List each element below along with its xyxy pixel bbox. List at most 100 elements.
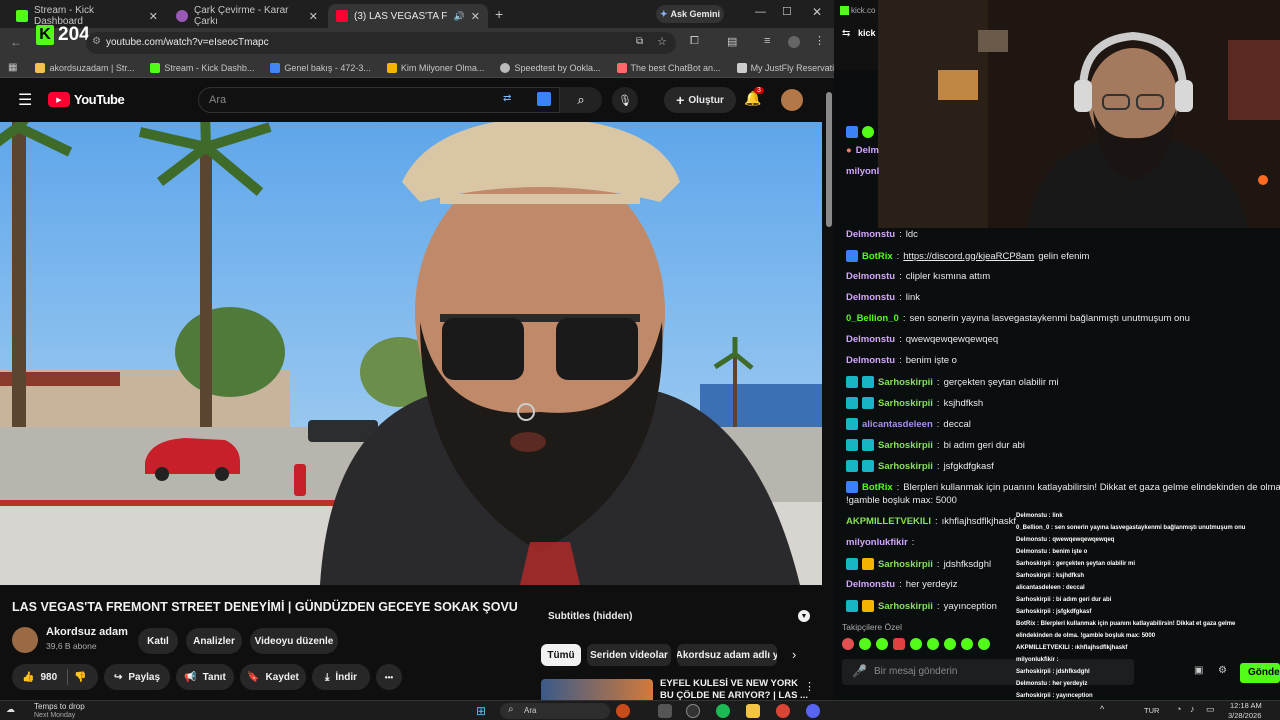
battery-icon[interactable]: ▭ — [1206, 704, 1215, 715]
join-button[interactable]: Katıl — [138, 628, 178, 654]
taskbar-app-icon[interactable] — [686, 704, 700, 718]
emote-icon[interactable] — [842, 638, 854, 650]
close-icon[interactable]: ✕ — [309, 10, 318, 23]
language-indicator[interactable]: TUR — [1144, 706, 1159, 715]
sidebar-icon[interactable]: ▤ — [727, 35, 737, 48]
chat-text[interactable]: https://discord.gg/kjeaRCP8am — [903, 251, 1034, 262]
promote-button[interactable]: 📢 Tanıt — [176, 664, 234, 690]
chat-username[interactable]: Sarhoskirpii — [878, 601, 933, 612]
gift-icon[interactable]: ▣ — [1194, 665, 1203, 676]
apps-grid-icon[interactable]: ▦ — [0, 62, 29, 73]
chat-username[interactable]: Sarhoskirpii — [878, 377, 933, 388]
bookmark-star-icon[interactable]: ☆ — [657, 35, 667, 48]
weather-text[interactable]: Temps to drop — [34, 702, 85, 711]
thumbs-up-icon[interactable]: 👍 — [22, 672, 34, 683]
chat-username[interactable]: Delm — [856, 145, 879, 156]
maximize-button[interactable]: ☐ — [782, 5, 792, 18]
notifications-button[interactable]: 🔔 3 — [744, 87, 764, 107]
emote-icon[interactable] — [978, 638, 990, 650]
site-info-icon[interactable]: ⚙ — [92, 36, 101, 47]
bookmark-item[interactable]: Stream - Kick Dashb... — [144, 62, 264, 73]
clock-date[interactable]: 3/28/2026 — [1228, 711, 1261, 720]
emote-icon[interactable] — [944, 638, 956, 650]
send-button[interactable]: Gönder — [1240, 663, 1280, 683]
more-actions-button[interactable]: ••• — [376, 664, 402, 690]
chat-username[interactable]: AKPMILLETVEKILI — [846, 516, 931, 527]
bookmark-item[interactable]: Genel bakış - 472-3... — [264, 62, 381, 73]
start-icon[interactable]: ⊞ — [476, 704, 486, 718]
close-window-button[interactable]: ✕ — [812, 5, 822, 19]
chat-username[interactable]: milyonl — [846, 166, 879, 177]
thumbs-down-icon[interactable]: 👎 — [74, 672, 86, 683]
bookmark-item[interactable]: akordsuzadam | Str... — [29, 62, 144, 73]
discord-icon[interactable] — [806, 704, 820, 718]
clock-time[interactable]: 12:18 AM — [1230, 701, 1262, 710]
account-avatar[interactable] — [781, 89, 803, 111]
share-button[interactable]: ↪ Paylaş — [104, 664, 170, 690]
profile-avatar-icon[interactable] — [788, 36, 800, 48]
minimize-button[interactable]: — — [755, 6, 766, 18]
voice-search-button[interactable]: 🎙 — [612, 87, 638, 113]
chrome-icon[interactable] — [776, 704, 790, 718]
youtube-logo[interactable]: ▶ YouTube — [48, 92, 125, 107]
channel-name[interactable]: Akordsuz adam — [46, 626, 128, 638]
save-button[interactable]: 🔖 Kaydet — [240, 664, 306, 690]
translate-icon[interactable]: ⇄ — [503, 93, 511, 104]
cast-icon[interactable]: ⧉ — [636, 36, 643, 47]
ask-gemini-button[interactable]: ✦ Ask Gemini — [656, 5, 724, 23]
subtitles-panel[interactable]: Subtitles (hidden) ▼ — [540, 605, 810, 627]
recommended-menu-icon[interactable]: ⋮ — [804, 680, 815, 693]
bookmark-item[interactable]: Speedtest by Ookla... — [494, 62, 610, 73]
volume-icon[interactable]: ♪ — [1190, 704, 1195, 714]
emote-icon[interactable] — [876, 638, 888, 650]
close-icon[interactable]: ✕ — [471, 10, 480, 23]
filter-series[interactable]: Seriden videolar — [587, 644, 671, 666]
chat-username[interactable]: Sarhoskirpii — [878, 440, 933, 451]
chat-username[interactable]: BotRix — [862, 251, 893, 262]
close-icon[interactable]: ✕ — [149, 10, 158, 23]
tray-expand-icon[interactable]: ^ — [1100, 704, 1104, 714]
extension-icon[interactable] — [537, 92, 551, 106]
bookmark-item[interactable]: Kim Milyoner Olma... — [381, 62, 495, 73]
chat-username[interactable]: milyonlukfikir — [846, 537, 908, 548]
bookmark-item[interactable]: The best ChatBot an... — [611, 62, 731, 73]
tab-wheel[interactable]: Çark Çevirme - Karar Çarkı ✕ — [168, 4, 326, 28]
chat-username[interactable]: alicantasdeleen — [862, 419, 933, 430]
back-icon[interactable]: ← — [10, 35, 22, 49]
extensions-icon[interactable]: ⧠ — [690, 35, 699, 48]
recommended-thumbnail[interactable] — [541, 679, 653, 700]
search-input[interactable]: Ara ⇄ — [198, 87, 560, 113]
new-tab-button[interactable]: + — [495, 6, 503, 22]
chat-username[interactable]: Sarhoskirpii — [878, 461, 933, 472]
chat-username[interactable]: Sarhoskirpii — [878, 398, 933, 409]
tab-youtube[interactable]: (3) LAS VEGAS'TA FREMON 🔊 ✕ — [328, 4, 488, 28]
chat-username[interactable]: Sarhoskirpii — [878, 559, 933, 570]
spotify-icon[interactable] — [716, 704, 730, 718]
chevron-down-icon[interactable]: ▼ — [798, 610, 810, 622]
download-button[interactable]: ⤓ İndir — [312, 664, 370, 690]
filter-channel[interactable]: Akordsuz adam adlı y — [677, 644, 777, 666]
video-player[interactable] — [0, 122, 822, 585]
filter-all[interactable]: Tümü — [541, 644, 581, 666]
taskbar-app-icon[interactable] — [658, 704, 672, 718]
edit-video-button[interactable]: Videoyu düzenle — [250, 628, 338, 654]
wifi-icon[interactable]: ◔ — [1176, 704, 1181, 714]
chat-username[interactable]: Delmonstu — [846, 579, 895, 590]
chat-username[interactable]: 0_Bellion_0 — [846, 313, 899, 324]
scrollbar-thumb[interactable] — [826, 92, 832, 227]
chat-username[interactable]: Delmonstu — [846, 334, 895, 345]
chat-username[interactable]: Delmonstu — [846, 292, 895, 303]
analytics-button[interactable]: Analizler — [186, 628, 242, 654]
chat-username[interactable]: Delmonstu — [846, 271, 895, 282]
microphone-icon[interactable]: 🎤 — [852, 664, 867, 678]
create-button[interactable]: + Oluştur — [664, 87, 736, 113]
taskbar-app-icon[interactable] — [616, 704, 630, 718]
media-control-icon[interactable]: ≡ — [764, 35, 770, 47]
recommended-title[interactable]: EYFEL KULESİ VE NEW YORK BU ÇÖLDE NE ARI… — [660, 678, 808, 700]
hamburger-menu-icon[interactable]: ☰ — [18, 90, 32, 110]
message-input[interactable]: 🎤 Bir mesaj gönderin — [842, 659, 1134, 685]
weather-icon[interactable]: ☁ — [6, 704, 15, 715]
chevron-right-icon[interactable]: › — [792, 647, 796, 662]
emote-icon[interactable] — [859, 638, 871, 650]
speaker-icon[interactable]: 🔊 — [454, 11, 465, 22]
